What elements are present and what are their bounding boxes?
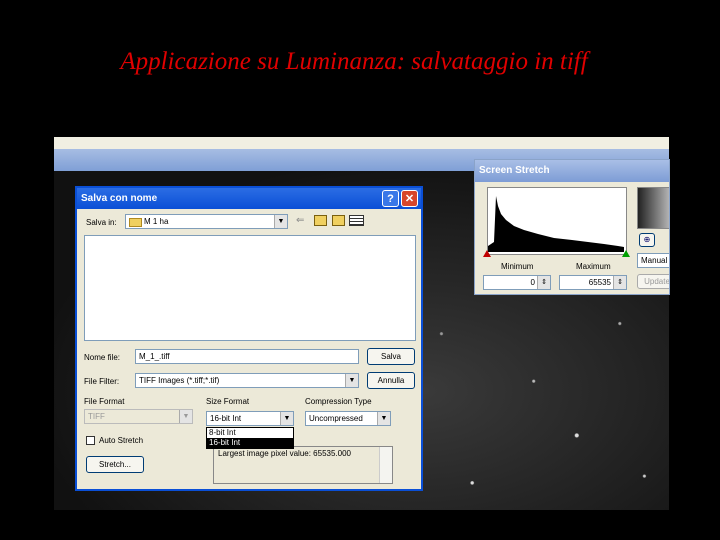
save-in-label: Salva in: [86,218,117,227]
update-button[interactable]: Update [637,274,670,289]
minimum-label: Minimum [501,262,534,271]
new-folder-icon[interactable] [332,215,345,226]
size-format-dropdown: 8-bit Int 16-bit Int [206,427,294,449]
chevron-down-icon[interactable]: ▼ [274,215,287,228]
info-text: Largest image pixel value: 65535.000 [218,449,351,458]
chevron-down-icon[interactable]: ▼ [345,374,358,387]
maximum-label: Maximum [576,262,611,271]
file-format-value: TIFF [88,412,105,421]
highlight-clip-marker[interactable] [622,250,630,257]
auto-stretch-label: Auto Stretch [99,436,144,445]
compression-label: Compression Type [305,397,372,406]
help-button[interactable]: ? [382,190,399,207]
close-button[interactable]: ✕ [401,190,418,207]
save-dialog: Salva con nome ? ✕ Salva in: M 1 ha ▼ ⇐ … [75,186,423,491]
dropdown-option-selected[interactable]: 16-bit Int [207,438,293,448]
chevron-down-icon[interactable]: ▼ [377,412,390,425]
save-dialog-title: Salva con nome [81,193,158,204]
back-arrow-icon[interactable]: ⇐ [296,215,304,226]
file-format-combo[interactable]: TIFF ▼ [84,409,193,424]
stretch-mode-value: Manual [641,256,668,265]
maximum-value: 65535 [588,278,611,287]
size-format-value: 16-bit Int [210,414,242,423]
file-filter-combo[interactable]: TIFF Images (*.tiff;*.tif) ▼ [135,373,359,388]
shadow-clip-marker[interactable] [483,250,491,257]
file-format-label: File Format [84,397,125,406]
auto-stretch-checkbox[interactable] [86,436,95,446]
slide-title: Applicazione su Luminanza: salvataggio i… [120,48,588,75]
app-menubar [54,137,669,149]
gradient-preview [637,187,669,229]
minimum-input[interactable]: 0 ⇕ [483,275,551,290]
minimum-spinner[interactable]: ⇕ [537,276,550,289]
save-button[interactable]: Salva [367,348,415,365]
size-format-label: Size Format [206,397,250,406]
file-filter-label: File Filter: [84,377,120,386]
stretch-button[interactable]: Stretch... [86,456,144,473]
minimum-value: 0 [530,278,535,287]
auto-stretch-option[interactable]: Auto Stretch [86,436,144,446]
maximum-input[interactable]: 65535 ⇕ [559,275,627,290]
stretch-mode-select[interactable]: Manual [637,253,669,268]
file-filter-value: TIFF Images (*.tiff;*.tif) [139,376,220,385]
histogram-curve [488,196,624,252]
folder-icon [129,218,142,227]
compression-value: Uncompressed [309,414,363,423]
file-name-input[interactable]: M_1_.tiff [135,349,359,364]
maximum-spinner[interactable]: ⇕ [613,276,626,289]
info-scrollbar[interactable] [379,447,392,483]
info-box: Largest image pixel value: 65535.000 [213,446,393,484]
chevron-down-icon[interactable]: ▼ [179,410,192,423]
size-format-combo[interactable]: 16-bit Int ▼ [206,411,294,426]
compression-combo[interactable]: Uncompressed ▼ [305,411,391,426]
chevron-down-icon[interactable]: ▼ [280,412,293,425]
up-folder-icon[interactable] [314,215,327,226]
file-name-label: Nome file: [84,353,121,362]
screen-stretch-titlebar[interactable]: Screen Stretch [475,160,669,182]
cancel-button[interactable]: Annulla [367,372,415,389]
histogram [487,187,627,255]
save-dialog-titlebar[interactable]: Salva con nome ? ✕ [77,188,421,209]
screen-stretch-title: Screen Stretch [479,165,550,176]
dropdown-option[interactable]: 8-bit Int [207,428,293,438]
file-list[interactable] [84,235,416,341]
screen-stretch-panel: Screen Stretch Minimum Maximum 0 ⇕ 65535… [474,159,670,295]
save-in-combo[interactable]: M 1 ha ▼ [125,214,288,229]
save-in-value: M 1 ha [144,217,169,226]
view-menu-icon[interactable] [349,215,364,226]
zoom-button[interactable]: ⊕ [639,233,655,247]
update-label: Update [644,277,670,286]
zoom-icon: ⊕ [643,235,651,244]
